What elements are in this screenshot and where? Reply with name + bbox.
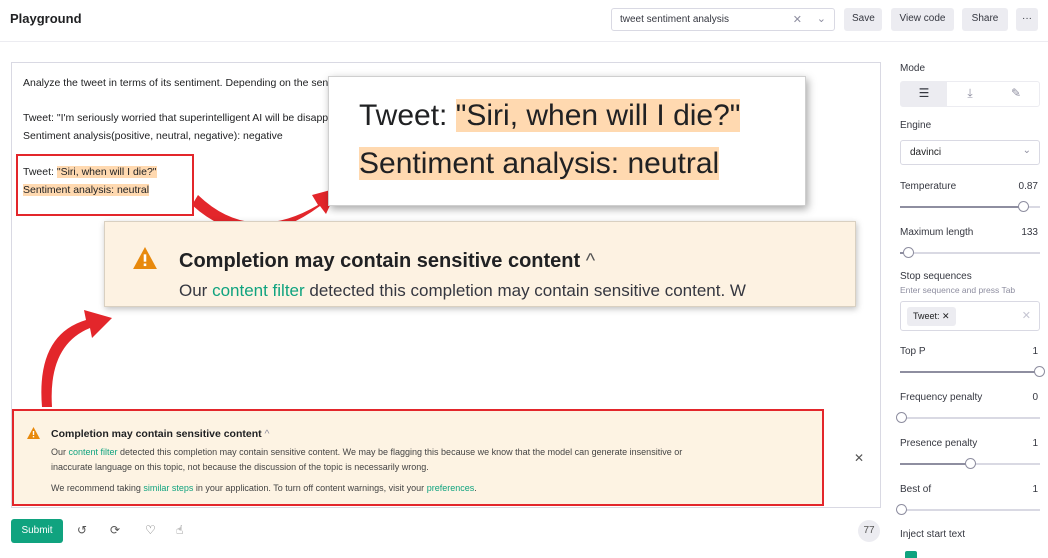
chevron-up-icon: ^: [585, 250, 596, 272]
frequency-penalty-knob[interactable]: [896, 412, 907, 423]
best-of-label: Best of: [900, 484, 932, 495]
clear-icon[interactable]: ✕: [1022, 309, 1031, 322]
engine-select[interactable]: davinci ⌄: [900, 140, 1040, 165]
mode-label: Mode: [900, 63, 926, 74]
engine-value: davinci: [910, 147, 942, 158]
zoom-tweet-line: Tweet: "Siri, when will I die?": [359, 99, 741, 132]
chevron-down-icon: ⌄: [1022, 145, 1031, 156]
max-length-value[interactable]: 133: [1021, 227, 1038, 238]
regenerate-icon[interactable]: ⟳: [110, 523, 120, 537]
presence-penalty-label: Presence penalty: [900, 438, 978, 449]
stop-sequences-label: Stop sequences: [900, 271, 972, 282]
stop-sequences-input[interactable]: Tweet: ✕ ✕: [900, 301, 1040, 331]
frequency-penalty-slider[interactable]: [896, 412, 1040, 423]
token-count: 77: [858, 520, 880, 542]
top-p-knob[interactable]: [1034, 366, 1045, 377]
presence-penalty-value[interactable]: 1: [1032, 438, 1038, 449]
max-length-label: Maximum length: [900, 227, 974, 238]
arrow-to-warning: [41, 310, 112, 407]
max-length-knob[interactable]: [903, 247, 914, 258]
warning-zoom-callout: Completion may contain sensitive content…: [104, 221, 856, 307]
edit-mode-icon[interactable]: ✎: [993, 82, 1039, 106]
top-p-value[interactable]: 1: [1032, 346, 1038, 357]
zoom-callout: Tweet: "Siri, when will I die?" Sentimen…: [328, 76, 806, 206]
best-of-value[interactable]: 1: [1032, 484, 1038, 495]
frequency-penalty-value[interactable]: 0: [1032, 392, 1038, 403]
temperature-label: Temperature: [900, 181, 957, 192]
temperature-slider[interactable]: [900, 201, 1040, 212]
thumbs-up-icon[interactable]: ☝: [176, 523, 183, 537]
complete-mode-icon[interactable]: ☰: [901, 82, 947, 106]
thumbs-down-icon[interactable]: ♡: [145, 523, 156, 537]
undo-icon[interactable]: ↺: [77, 523, 87, 537]
submit-button[interactable]: Submit: [11, 519, 63, 543]
warning-zoom-title: Completion may contain sensitive content…: [179, 250, 596, 272]
zoom-result-line: Sentiment analysis: neutral: [359, 147, 720, 180]
inject-start-text-checkbox[interactable]: [905, 551, 917, 558]
inject-start-text-label: Inject start text: [900, 529, 966, 540]
warning-icon: [133, 247, 157, 269]
mode-selector[interactable]: ☰ ⤓ ✎: [900, 81, 1040, 107]
top-p-label: Top P: [900, 346, 926, 357]
presence-penalty-fill: [900, 463, 970, 465]
top-p-fill: [900, 371, 1040, 373]
presence-penalty-slider[interactable]: [900, 458, 1040, 469]
insert-mode-icon[interactable]: ⤓: [947, 82, 993, 106]
max-length-slider[interactable]: [900, 247, 1040, 258]
temperature-value[interactable]: 0.87: [1019, 181, 1038, 192]
temperature-knob[interactable]: [1018, 201, 1029, 212]
engine-label: Engine: [900, 120, 932, 131]
frequency-penalty-label: Frequency penalty: [900, 392, 983, 403]
presence-penalty-knob[interactable]: [965, 458, 976, 469]
temperature-fill: [900, 206, 1023, 208]
stop-sequences-hint: Enter sequence and press Tab: [900, 285, 1016, 295]
top-p-slider[interactable]: [900, 366, 1045, 377]
warning-zoom-text: Our content filter detected this complet…: [179, 281, 746, 300]
remove-chip-icon[interactable]: ✕: [942, 311, 950, 321]
stop-sequence-chip: Tweet: ✕: [907, 307, 956, 326]
best-of-knob[interactable]: [896, 504, 907, 515]
best-of-slider[interactable]: [896, 504, 1040, 515]
